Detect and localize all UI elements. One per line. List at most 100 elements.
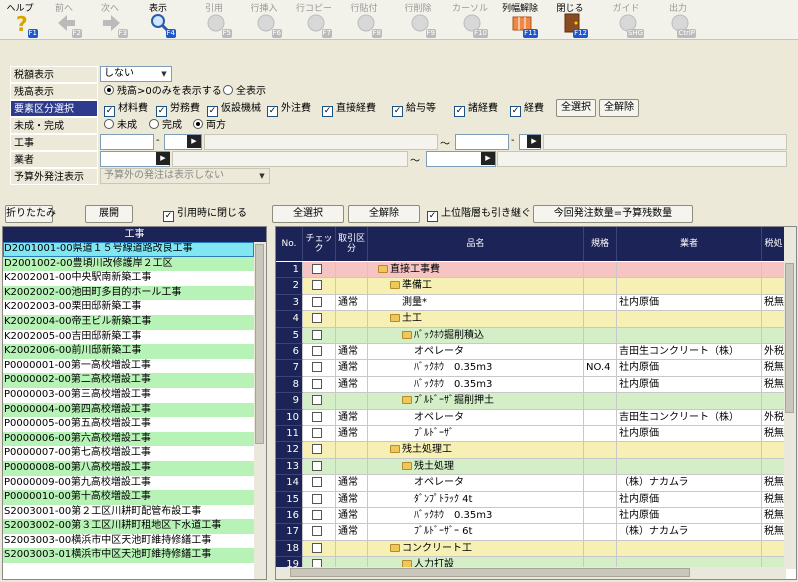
scrollbar-thumb[interactable] [785, 263, 794, 413]
construction-list-item[interactable]: P0000004-00第四高校増設工事 [3, 402, 254, 418]
row-checkbox[interactable] [312, 526, 322, 537]
construction-from-lookup-button[interactable]: ▶ [187, 135, 201, 148]
row-checkbox[interactable] [312, 477, 322, 488]
toolbar-button-copy-row[interactable]: 行コピー F7 [296, 0, 332, 40]
check-cell[interactable] [303, 262, 336, 279]
completion-option-complete[interactable]: 完成 [149, 118, 182, 133]
construction-to-code-input[interactable] [455, 134, 509, 150]
cost-element-checkbox[interactable]: ✓ 労務費 [156, 101, 200, 117]
toolbar-button-help[interactable]: ヘルプ? F1 [2, 0, 38, 40]
grid-header-col-spec[interactable]: 規格 [584, 227, 617, 261]
toolbar-button-print[interactable]: 出力 CtrlP [660, 0, 696, 40]
check-cell[interactable] [303, 491, 336, 508]
grid-horizontal-scrollbar[interactable] [276, 567, 786, 579]
row-checkbox[interactable] [312, 280, 322, 291]
check-cell[interactable] [303, 458, 336, 476]
cost-select-all-button[interactable]: 全選択 [556, 99, 596, 117]
row-checkbox[interactable] [312, 428, 322, 438]
grid-row[interactable]: 10 通常 オペレータ 吉田生コンクリート（株） 外税 [276, 409, 786, 426]
grid-row[interactable]: 15 通常 ﾀﾞﾝﾌﾟﾄﾗｯｸ 4t 社内原価 税無 [276, 491, 786, 508]
check-cell[interactable] [303, 327, 336, 344]
construction-list-item[interactable]: K2002003-00栗田邸新築工事 [3, 300, 254, 315]
grid-row[interactable]: 17 通常 ﾌﾞﾙﾄﾞｰｻﾞｰ 6t （株）ナカムラ 税無 [276, 524, 786, 541]
collapse-button[interactable]: 折りたたみ [5, 205, 56, 223]
expand-button[interactable]: 展開 [85, 205, 133, 223]
construction-list-scrollbar[interactable] [254, 242, 266, 579]
inherit-parent-checkbox[interactable]: ✓ 上位階層も引き継ぐ [427, 206, 531, 222]
cost-element-checkbox[interactable]: ✓ 給与等 [392, 101, 436, 117]
row-checkbox[interactable] [312, 296, 322, 307]
grid-row[interactable]: 6 通常 オペレータ 吉田生コンクリート（株） 外税 [276, 344, 786, 361]
cost-element-checkbox[interactable]: ✓ 外注費 [267, 101, 311, 117]
check-cell[interactable] [303, 311, 336, 328]
grid-header-col-transaction-type[interactable]: 取引区分 [336, 227, 368, 261]
check-cell[interactable] [303, 508, 336, 525]
completion-option-incomplete[interactable]: 未成 [104, 118, 137, 133]
check-cell[interactable] [303, 426, 336, 443]
cost-element-checkbox[interactable]: ✓ 仮設機械 [207, 101, 261, 117]
row-checkbox[interactable] [312, 411, 322, 422]
toolbar-button-paste-row[interactable]: 行貼付 F8 [346, 0, 382, 40]
toolbar-button-insert-row[interactable]: 行挿入 F6 [246, 0, 282, 40]
grid-row[interactable]: 13 残土処理 [276, 458, 786, 476]
check-cell[interactable] [303, 540, 336, 558]
check-cell[interactable] [303, 360, 336, 377]
row-checkbox[interactable] [312, 362, 322, 373]
toolbar-button-guide[interactable]: ガイド SHG [608, 0, 644, 40]
cost-element-checkbox[interactable]: ✓ 諸経費 [454, 101, 498, 117]
grid-row[interactable]: 5 ﾊﾞｯｸﾎｳ掘削積込 [276, 327, 786, 344]
toolbar-button-column-width-reset[interactable]: 列幅解除 F11 [502, 0, 538, 40]
construction-list-item[interactable]: P0000008-00第八高校増設工事 [3, 460, 254, 476]
check-cell[interactable] [303, 393, 336, 410]
construction-list-item[interactable]: P0000009-00第九高校増設工事 [3, 475, 254, 491]
vendor-to-lookup-button[interactable]: ▶ [481, 152, 495, 165]
construction-list-item[interactable]: D2001002-00豊頃川改修護岸２工区 [3, 256, 254, 272]
grid-row[interactable]: 9 ﾌﾞﾙﾄﾞｰｻﾞ掘削押土 [276, 393, 786, 410]
grid-row[interactable]: 3 通常 測量* 社内原価 税無 [276, 294, 786, 312]
construction-list-item[interactable]: S2003002-00第３工区川耕町租地区下水道工事 [3, 519, 254, 534]
grid-row[interactable]: 1 直接工事費 [276, 262, 786, 279]
construction-list-item[interactable]: D2001001-00県道１５号線道路改良工事 [3, 242, 254, 257]
cost-element-checkbox[interactable]: ✓ 直接経費 [322, 101, 376, 117]
row-checkbox[interactable] [312, 346, 322, 356]
construction-list-item[interactable]: P0000007-00第七高校増設工事 [3, 446, 254, 461]
construction-to-lookup-button[interactable]: ▶ [527, 135, 541, 148]
row-checkbox[interactable] [312, 378, 322, 389]
construction-list-item[interactable]: K2002005-00吉田邸新築工事 [3, 329, 254, 345]
check-cell[interactable] [303, 376, 336, 394]
scrollbar-thumb[interactable] [255, 244, 264, 444]
row-checkbox[interactable] [312, 460, 322, 471]
check-cell[interactable] [303, 442, 336, 459]
grid-row[interactable]: 14 通常 オペレータ （株）ナカムラ 税無 [276, 475, 786, 492]
toolbar-button-magnifier[interactable]: 表示 F4 [140, 0, 176, 40]
cost-deselect-all-button[interactable]: 全解除 [599, 99, 639, 117]
check-cell[interactable] [303, 475, 336, 492]
grid-header-col-no[interactable]: No. [276, 227, 303, 261]
grid-row[interactable]: 11 通常 ﾌﾞﾙﾄﾞｰｻﾞ 社内原価 税無 [276, 426, 786, 443]
apply-remaining-quantity-button[interactable]: 今回発注数量=予算残数量 [533, 205, 693, 223]
cost-element-checkbox[interactable]: ✓ 材料費 [104, 101, 148, 117]
row-checkbox[interactable] [312, 329, 322, 340]
construction-list-item[interactable]: S2003003-01横浜市中区天池町維持修繕工事 [3, 548, 254, 564]
row-checkbox[interactable] [312, 444, 322, 455]
check-cell[interactable] [303, 344, 336, 361]
check-cell[interactable] [303, 294, 336, 312]
construction-list-item[interactable]: S2003001-00第２工区川耕町配管布設工事 [3, 504, 254, 520]
grid-row[interactable]: 12 残土処理工 [276, 442, 786, 459]
vendor-from-lookup-button[interactable]: ▶ [156, 152, 170, 165]
balance-option-positive[interactable]: 残高>0のみを表示する [104, 84, 222, 99]
toolbar-button-arrow-left[interactable]: 前へ F2 [46, 0, 82, 40]
grid-deselect-all-button[interactable]: 全解除 [348, 205, 420, 223]
check-cell[interactable] [303, 278, 336, 295]
close-on-quote-checkbox[interactable]: ✓ 引用時に閉じる [163, 206, 247, 222]
grid-header-col-vendor[interactable]: 業者 [617, 227, 762, 261]
toolbar-button-quote[interactable]: 引用 F5 [196, 0, 232, 40]
grid-row[interactable]: 18 コンクリート工 [276, 540, 786, 558]
grid-header-col-tax[interactable]: 税処 [762, 227, 786, 261]
row-checkbox[interactable] [312, 510, 322, 520]
row-checkbox[interactable] [312, 542, 322, 553]
construction-list-item[interactable]: K2002002-00池田町多目的ホール工事 [3, 285, 254, 301]
row-checkbox[interactable] [312, 493, 322, 504]
row-checkbox[interactable] [312, 313, 322, 324]
toolbar-button-delete-row[interactable]: 行削除 F9 [400, 0, 436, 40]
